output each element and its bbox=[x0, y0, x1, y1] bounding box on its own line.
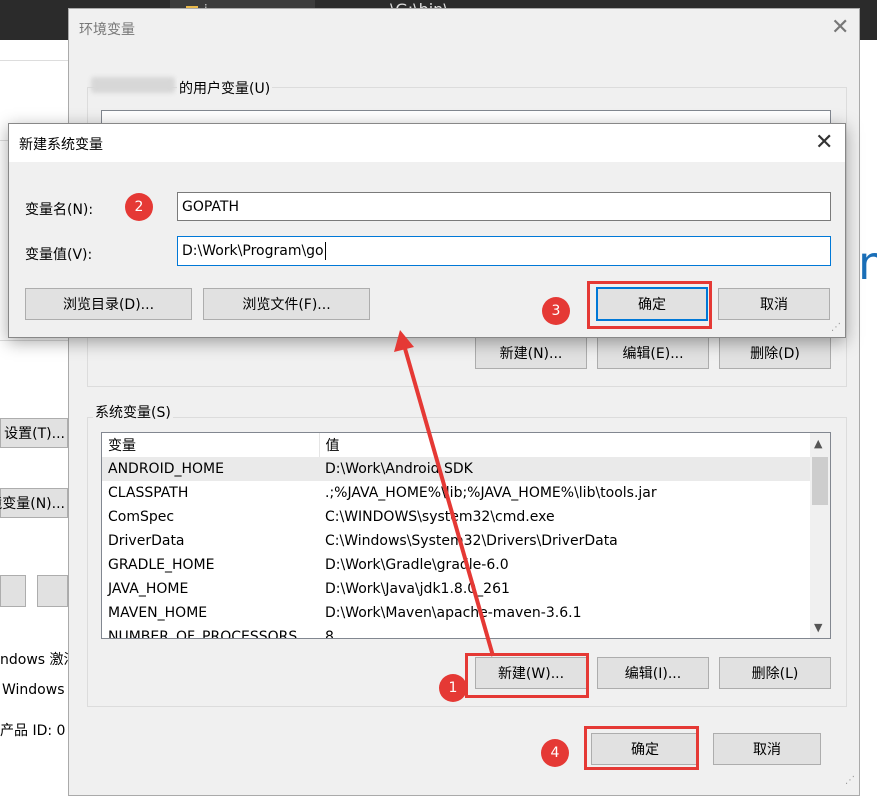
step-badge-1: 1 bbox=[439, 674, 467, 702]
step-badge-2: 2 bbox=[125, 193, 153, 221]
step-badge-3: 3 bbox=[542, 297, 570, 325]
step-badge-4: 4 bbox=[541, 739, 569, 767]
annotation-arrow bbox=[394, 330, 495, 657]
